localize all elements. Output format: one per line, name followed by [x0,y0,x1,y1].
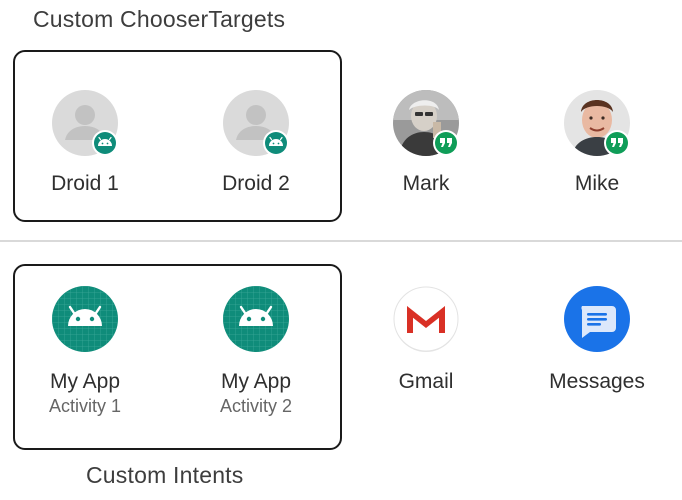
chooser-target-label: Droid 1 [51,172,119,195]
chooser-target-label: Droid 2 [222,172,290,195]
app-target-label: My App [49,370,121,393]
android-app-icon [52,286,118,352]
android-badge-icon [92,130,118,156]
default-person-avatar-icon [52,90,118,156]
app-target-label: Messages [549,370,645,393]
section-divider [0,240,682,242]
app-target-label: Gmail [398,370,454,393]
app-target-sublabel: Activity 1 [48,396,122,416]
android-app-icon [223,286,289,352]
app-target-label: My App [220,370,292,393]
app-target-sublabel: Activity 2 [219,396,293,416]
messages-icon [564,286,630,352]
section-title-chooser-targets: Custom ChooserTargets [33,6,286,32]
chooser-target-label: Mark [402,172,450,195]
android-badge-icon [263,130,289,156]
photo-avatar-mark-icon [393,90,459,156]
photo-avatar-mike-icon [564,90,630,156]
section-title-custom-intents: Custom Intents [86,462,244,488]
gmail-icon [393,286,459,352]
hangouts-badge-icon [604,130,630,156]
default-person-avatar-icon [223,90,289,156]
hangouts-badge-icon [433,130,459,156]
chooser-target-label: Mike [574,172,620,195]
